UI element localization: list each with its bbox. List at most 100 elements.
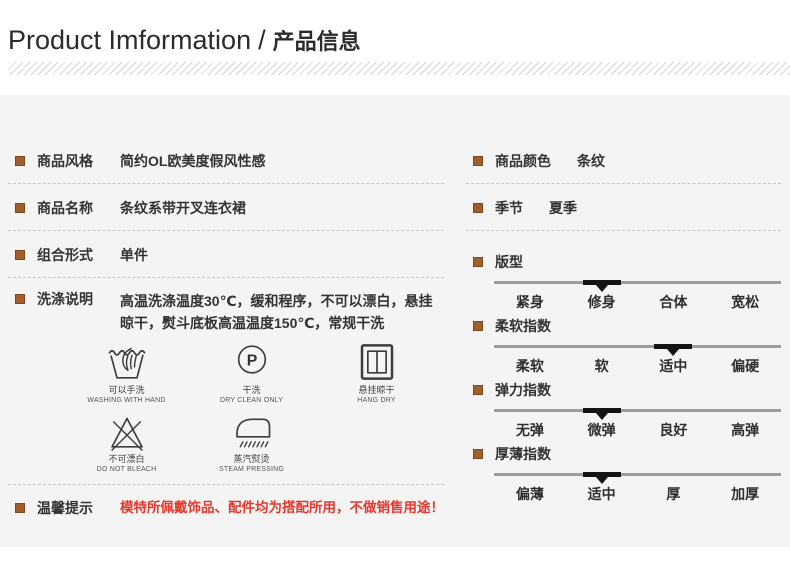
bullet-square-icon bbox=[15, 156, 25, 166]
slider-track bbox=[494, 408, 781, 420]
washing-description: 高温洗涤温度30℃，缓和程序，不可以漂白，悬挂晾干，熨斗底板高温温度150℃，常… bbox=[120, 293, 433, 331]
page-title-separator: / bbox=[258, 25, 266, 55]
bullet-square-icon bbox=[15, 250, 25, 260]
slider-option: 合体 bbox=[659, 294, 688, 310]
care-icon-block: 可以手洗 WASHING WITH HAND bbox=[64, 342, 189, 405]
care-icon-block: 悬挂晾干 HANG DRY bbox=[314, 342, 439, 405]
row-season: 季节 夏季 bbox=[466, 184, 781, 231]
tips-label: 温馨提示 bbox=[37, 500, 93, 516]
row-product-color: 商品颜色 条纹 bbox=[466, 137, 781, 184]
slider-option: 适中 bbox=[587, 486, 616, 502]
slider-thickness-index: 厚薄指数 偏薄 适中 厚 加厚 bbox=[466, 440, 781, 504]
slider-option: 厚 bbox=[666, 486, 681, 502]
slider-track bbox=[494, 472, 781, 484]
slider-option: 无弹 bbox=[515, 422, 544, 438]
slider-option: 偏硬 bbox=[731, 358, 760, 374]
row-warm-tips: 温馨提示 模特所佩戴饰品、配件均为搭配所用，不做销售用途！ bbox=[8, 485, 444, 517]
slider-indicator bbox=[582, 280, 621, 292]
care-icon-block: P 干洗 DRY CLEAN ONLY bbox=[189, 342, 314, 405]
slider-title: 版型 bbox=[495, 254, 523, 270]
slider-options: 无弹 微弹 良好 高弹 bbox=[494, 421, 781, 440]
bullet-square-icon bbox=[473, 203, 483, 213]
slider-options: 偏薄 适中 厚 加厚 bbox=[494, 485, 781, 504]
slider-title: 厚薄指数 bbox=[495, 446, 551, 462]
row-product-name: 商品名称 条纹系带开叉连衣裙 bbox=[8, 184, 444, 231]
bullet-square-icon bbox=[15, 503, 25, 513]
page: Product Imformation / 产品信息 商品风格 简约OL欧美度假风性… bbox=[0, 0, 790, 547]
slider-option: 修身 bbox=[587, 294, 616, 310]
slider-option: 加厚 bbox=[731, 486, 760, 502]
slider-indicator bbox=[654, 344, 693, 356]
care-icon-label-en: HANG DRY bbox=[357, 397, 396, 404]
washing-label: 洗涤说明 bbox=[37, 291, 93, 307]
care-icon-label-zh: 干洗 bbox=[242, 385, 261, 395]
row-value: 单件 bbox=[120, 247, 148, 263]
slider-fit-type: 版型 紧身 修身 合体 宽松 bbox=[466, 231, 781, 312]
svg-text:P: P bbox=[246, 352, 257, 369]
bullet-square-icon bbox=[15, 294, 25, 304]
page-title: Product Imformation / 产品信息 bbox=[8, 25, 782, 57]
slider-options: 柔软 软 适中 偏硬 bbox=[494, 357, 781, 376]
care-icon-label-zh: 不可漂白 bbox=[108, 454, 145, 464]
slider-options: 紧身 修身 合体 宽松 bbox=[494, 293, 781, 312]
slider-option: 良好 bbox=[659, 422, 688, 438]
bullet-square-icon bbox=[473, 449, 483, 459]
slider-option: 偏薄 bbox=[515, 486, 544, 502]
slider-option: 软 bbox=[594, 358, 609, 374]
left-column: 商品风格 简约OL欧美度假风性感 商品名称 条纹系带开叉连衣裙 组合形式 单件 … bbox=[8, 137, 456, 517]
row-value: 简约OL欧美度假风性感 bbox=[120, 153, 266, 169]
care-icon-label-en: DRY CLEAN ONLY bbox=[219, 397, 284, 404]
diagonal-stripes-divider bbox=[8, 62, 790, 75]
slider-option: 高弹 bbox=[731, 422, 760, 438]
slider-elasticity-index: 弹力指数 无弹 微弹 良好 高弹 bbox=[466, 376, 781, 440]
right-column: 商品颜色 条纹 季节 夏季 版型 紧身 修身 合体 宽松 柔软指数 柔软 软 适… bbox=[466, 137, 781, 517]
row-value: 夏季 bbox=[549, 200, 577, 216]
slider-option: 适中 bbox=[659, 358, 688, 374]
care-icons-row-2: 不可漂白 DO NOT BLEACH 蒸汽熨烫 STEAM PRESSING bbox=[64, 411, 444, 474]
header: Product Imformation / 产品信息 bbox=[0, 0, 790, 75]
slider-indicator bbox=[582, 408, 621, 420]
row-product-style: 商品风格 简约OL欧美度假风性感 bbox=[8, 137, 444, 184]
no-bleach-icon bbox=[110, 417, 143, 451]
row-combination: 组合形式 单件 bbox=[8, 231, 444, 278]
row-label: 商品名称 bbox=[37, 200, 93, 216]
slider-option: 微弹 bbox=[587, 422, 616, 438]
row-label: 组合形式 bbox=[37, 247, 93, 263]
page-title-en: Product Imformation bbox=[8, 25, 252, 55]
slider-track bbox=[494, 280, 781, 292]
hang-dry-icon bbox=[360, 344, 393, 380]
care-icons-row-1: 可以手洗 WASHING WITH HAND P 干洗 DRY CLEAN ON… bbox=[64, 342, 444, 405]
slider-softness-index: 柔软指数 柔软 软 适中 偏硬 bbox=[466, 312, 781, 376]
page-title-zh: 产品信息 bbox=[272, 29, 361, 54]
slider-option: 紧身 bbox=[515, 294, 544, 310]
bullet-square-icon bbox=[15, 203, 25, 213]
care-icon-label-zh: 蒸汽熨烫 bbox=[233, 454, 270, 464]
care-icon-block: 不可漂白 DO NOT BLEACH bbox=[64, 411, 189, 474]
bullet-square-icon bbox=[473, 321, 483, 331]
row-label: 商品风格 bbox=[37, 153, 93, 169]
steam-press-icon bbox=[235, 418, 270, 448]
row-value: 条纹 bbox=[577, 153, 605, 169]
bullet-square-icon bbox=[473, 257, 483, 267]
bullet-square-icon bbox=[473, 156, 483, 166]
row-label: 商品颜色 bbox=[495, 153, 551, 169]
care-icon-label-en: DO NOT BLEACH bbox=[96, 466, 157, 473]
slider-option: 宽松 bbox=[731, 294, 760, 310]
slider-title: 弹力指数 bbox=[495, 382, 551, 398]
slider-option: 柔软 bbox=[515, 358, 544, 374]
slider-title: 柔软指数 bbox=[495, 318, 551, 334]
tips-text: 模特所佩戴饰品、配件均为搭配所用，不做销售用途！ bbox=[120, 500, 444, 515]
care-icon-block: 蒸汽熨烫 STEAM PRESSING bbox=[189, 411, 314, 474]
care-icon-label-en: STEAM PRESSING bbox=[218, 466, 285, 473]
dry-clean-icon: P bbox=[237, 345, 266, 374]
care-icon-label-zh: 悬挂晾干 bbox=[358, 385, 395, 395]
row-value: 条纹系带开叉连衣裙 bbox=[120, 200, 246, 216]
bullet-square-icon bbox=[473, 385, 483, 395]
care-icon-label-zh: 可以手洗 bbox=[108, 385, 145, 395]
care-icon-label-en: WASHING WITH HAND bbox=[87, 397, 166, 404]
washing-instructions-section: 洗涤说明 高温洗涤温度30℃，缓和程序，不可以漂白，悬挂晾干，熨斗底板高温温度1… bbox=[8, 278, 444, 485]
slider-indicator bbox=[582, 472, 621, 484]
row-label: 季节 bbox=[495, 200, 523, 216]
hand-wash-icon bbox=[108, 347, 145, 379]
product-info-panel: 商品风格 简约OL欧美度假风性感 商品名称 条纹系带开叉连衣裙 组合形式 单件 … bbox=[0, 95, 790, 547]
